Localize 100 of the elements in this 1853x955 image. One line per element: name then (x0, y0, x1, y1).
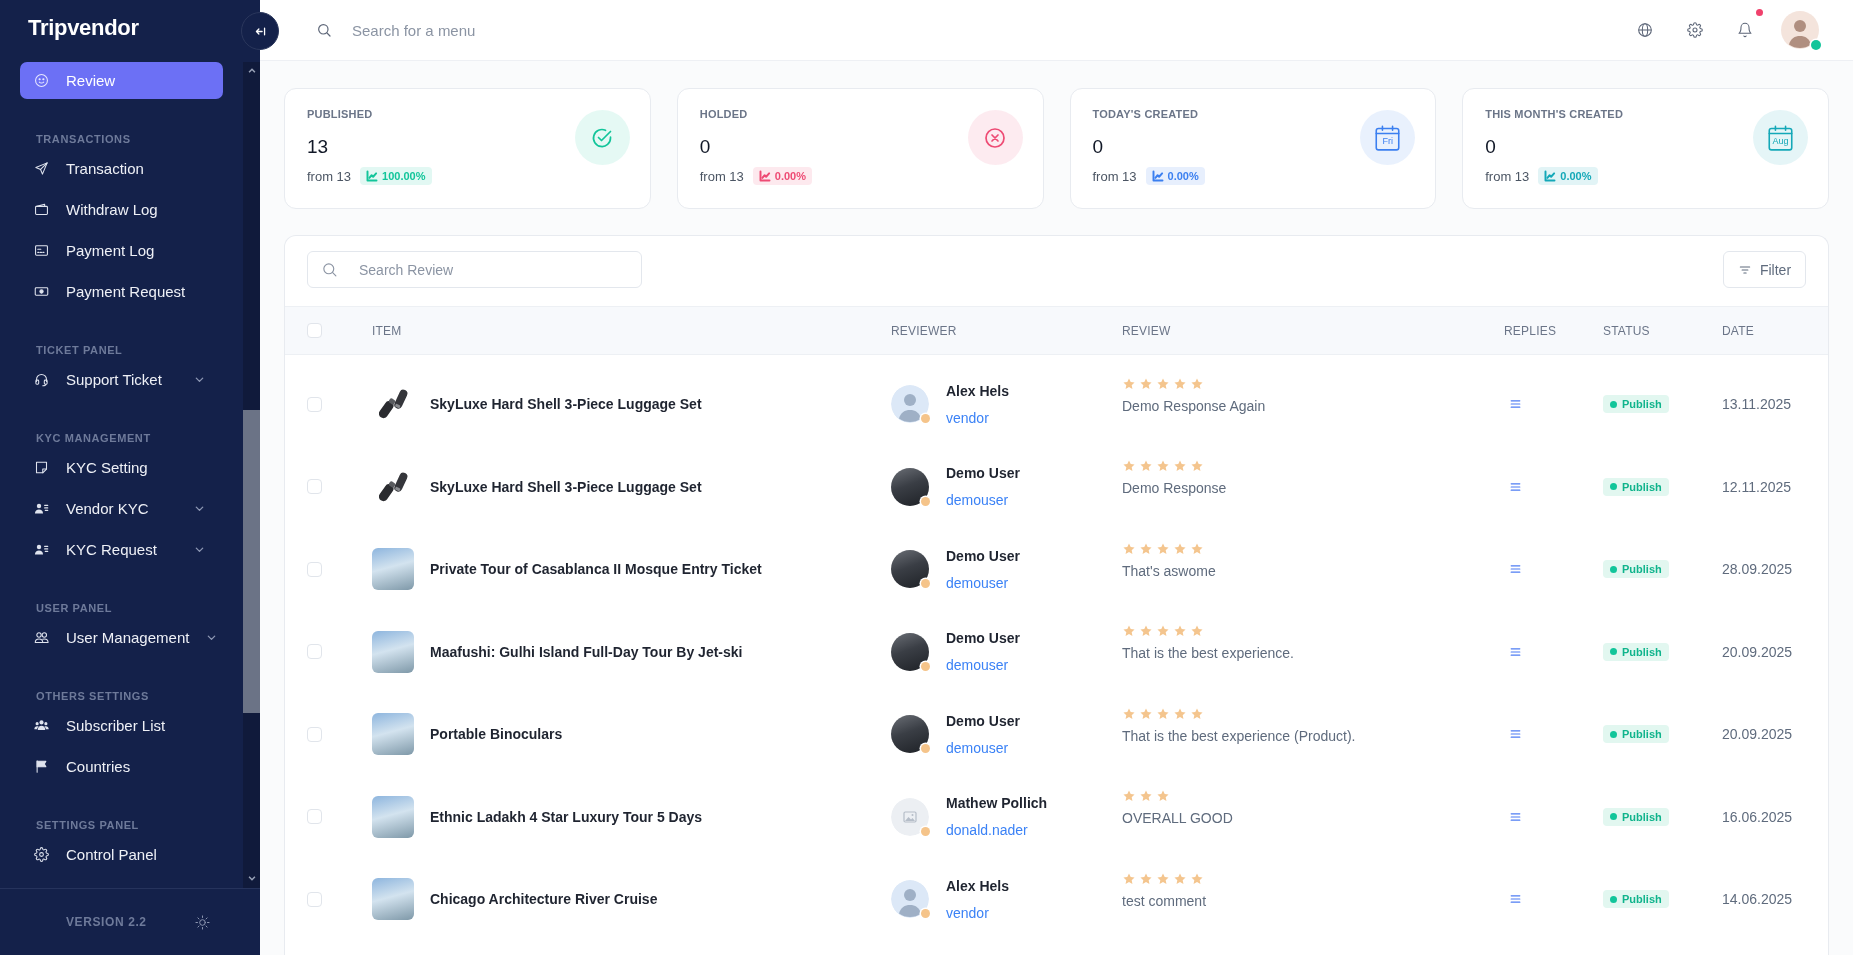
avatar-photo-placeholder (891, 632, 929, 671)
menu-search-field[interactable]: Search for a menu (352, 17, 712, 43)
list-icon[interactable] (1510, 811, 1521, 822)
calendar-day-text: Fri (1382, 136, 1393, 146)
user-list-icon (34, 501, 49, 516)
stat-value: 0 (1092, 135, 1104, 159)
filter-button[interactable]: Filter (1723, 251, 1806, 288)
image-placeholder-icon (891, 797, 929, 836)
date-text: 28.09.2025 (1722, 561, 1793, 578)
sidebar-item[interactable]: Vendor KYC (20, 490, 223, 527)
row-checkbox[interactable] (307, 479, 322, 495)
stat-from-text: from 13 (1485, 168, 1530, 184)
reviewer-username[interactable]: donald.nader (946, 821, 1048, 840)
star-icon (1173, 871, 1187, 886)
star-icon (1122, 376, 1136, 391)
status-text: Publish (1622, 728, 1662, 741)
status-dot (1610, 565, 1617, 573)
section-heading: SETTINGS PANEL (36, 819, 139, 832)
sidebar-item[interactable]: KYC Request (20, 531, 223, 568)
scrollbar-track[interactable] (243, 62, 260, 888)
version-label: VERSION 2.2 (66, 915, 147, 929)
section-heading: KYC MANAGEMENT (36, 432, 151, 445)
users-icon (34, 630, 49, 645)
select-all-checkbox[interactable] (307, 323, 322, 338)
star-icon (1173, 706, 1187, 721)
group-icon (34, 718, 49, 733)
row-checkbox[interactable] (307, 891, 322, 907)
row-checkbox[interactable] (307, 644, 322, 660)
sidebar-item[interactable]: Payment Request (20, 273, 223, 310)
star-icon (1156, 706, 1170, 721)
flag-icon (34, 759, 49, 774)
section-heading: OTHERS SETTINGS (36, 690, 149, 703)
date-text: 13.11.2025 (1722, 396, 1792, 413)
reviewer-username[interactable]: vendor (946, 903, 1010, 922)
list-icon[interactable] (1510, 481, 1521, 492)
status-text: Publish (1622, 398, 1662, 411)
avatar-icon (891, 880, 929, 919)
star-icon (1173, 376, 1187, 391)
banknote-icon (34, 284, 49, 299)
list-icon[interactable] (1510, 729, 1521, 740)
sidebar-item[interactable]: Transaction (20, 150, 223, 187)
row-checkbox[interactable] (307, 396, 322, 412)
list-icon[interactable] (1510, 564, 1521, 575)
star-icon (1190, 541, 1204, 556)
sidebar-item[interactable]: Review (20, 62, 223, 99)
sidebar-item[interactable]: Subscriber List (20, 707, 223, 744)
reviewer-username[interactable]: demouser (946, 491, 1020, 510)
star-icon (1139, 706, 1153, 721)
chevron-down-icon (194, 544, 205, 555)
status-text: Publish (1622, 893, 1662, 906)
list-icon[interactable] (1510, 646, 1521, 657)
section-heading: TICKET PANEL (36, 344, 123, 357)
column-header: DATE (1722, 323, 1754, 338)
review-text: That is the best experience (Product). (1122, 727, 1356, 744)
reviewer-username[interactable]: vendor (946, 408, 1010, 427)
status-dot (1610, 648, 1617, 656)
reviewer-username[interactable]: demouser (946, 573, 1020, 592)
sidebar-item[interactable]: KYC Setting (20, 449, 223, 486)
row-checkbox[interactable] (307, 726, 322, 742)
row-checkbox[interactable] (307, 809, 322, 825)
status-text: Publish (1622, 810, 1662, 823)
item-name: SkyLuxe Hard Shell 3-Piece Luggage Set (430, 478, 702, 495)
photo-placeholder (372, 713, 414, 756)
reviewer-username[interactable]: demouser (946, 738, 1020, 757)
date-text: 20.09.2025 (1722, 643, 1793, 660)
photo-placeholder (372, 878, 414, 921)
logo-text[interactable]: Tripvendor (28, 15, 139, 40)
caret-up-icon[interactable] (246, 66, 257, 76)
section-heading: TRANSACTIONS (36, 133, 131, 146)
stat-value: 0 (1485, 135, 1496, 159)
list-icon[interactable] (1510, 894, 1521, 905)
calendar-icon (1767, 124, 1794, 151)
user-avatar[interactable] (1781, 11, 1819, 49)
item-name: Maafushi: Gulhi Island Full-Day Tour By Jet-ski (430, 643, 743, 660)
calendar-icon (1374, 124, 1402, 151)
sidebar-item[interactable]: Countries (20, 748, 223, 785)
bell-icon[interactable] (1737, 22, 1753, 38)
sidebar-item[interactable]: User Management (20, 619, 223, 656)
search-icon (316, 22, 332, 38)
sidebar-item[interactable]: Payment Log (20, 232, 223, 269)
sidebar-item[interactable]: Withdraw Log (20, 191, 223, 228)
row-checkbox[interactable] (307, 561, 322, 577)
reviewer-username[interactable]: demouser (946, 656, 1020, 675)
settings-icon[interactable] (1687, 22, 1703, 38)
stat-from-text: from 13 (307, 168, 352, 184)
sidebar-item[interactable]: Support Ticket (20, 361, 223, 398)
caret-down-icon[interactable] (246, 873, 257, 883)
chevron-down-icon (206, 632, 218, 643)
review-search-field[interactable]: Search Review (307, 251, 642, 288)
globe-icon[interactable] (1637, 22, 1653, 38)
sidebar-item[interactable]: Control Panel (20, 836, 223, 873)
list-icon[interactable] (1510, 399, 1521, 410)
star-icon (1156, 541, 1170, 556)
scrollbar-thumb[interactable] (243, 410, 260, 713)
sun-icon[interactable] (194, 914, 210, 930)
star-icon (1139, 871, 1153, 886)
status-dot (1610, 730, 1617, 738)
review-text: Demo Response (1122, 480, 1227, 497)
review-text: test comment (1122, 892, 1207, 909)
reviewer-name: Demo User (946, 629, 1020, 648)
